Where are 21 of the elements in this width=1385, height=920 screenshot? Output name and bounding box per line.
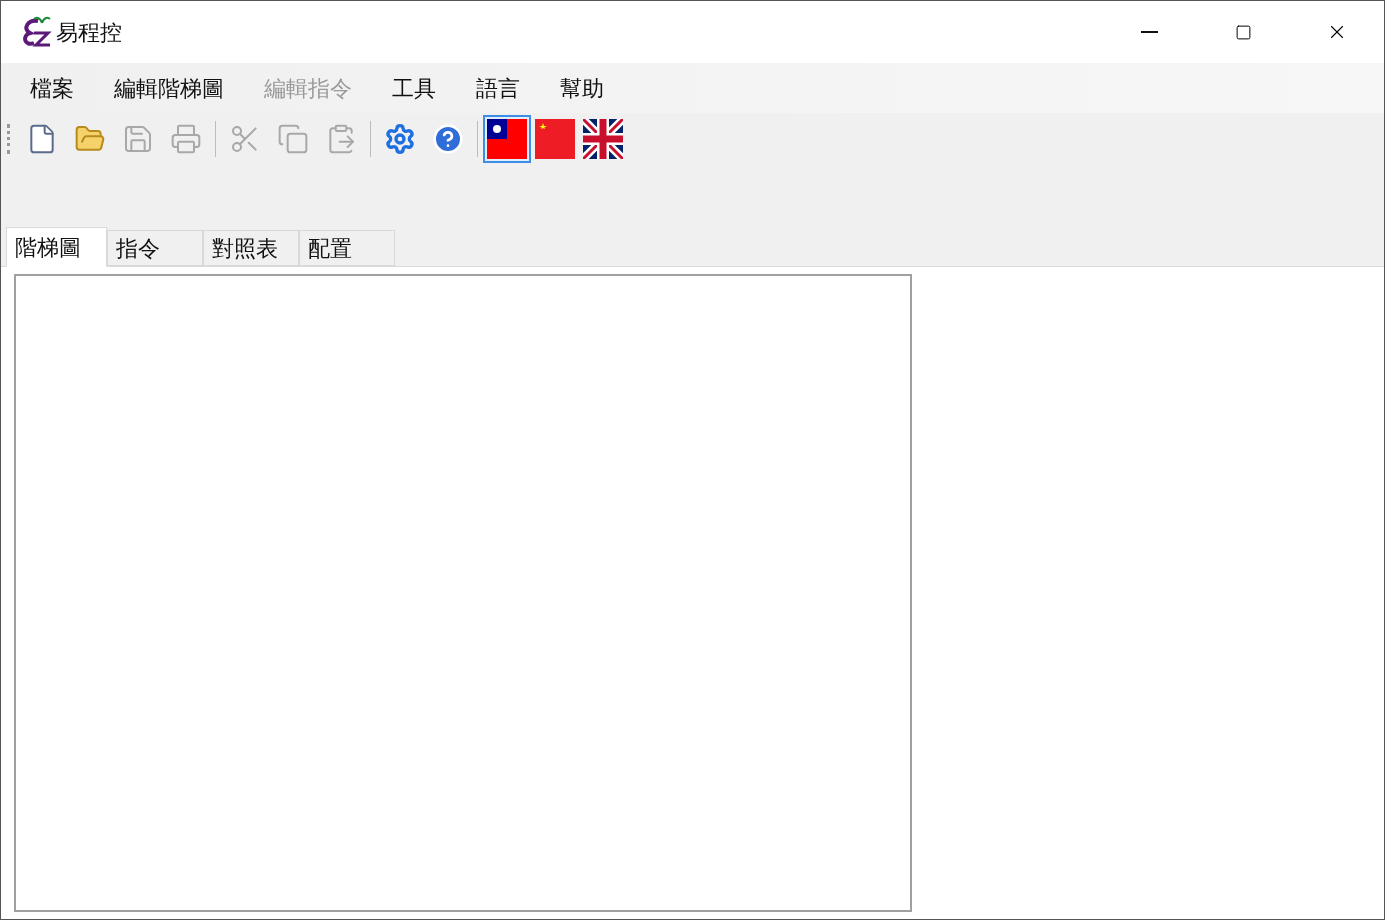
help-icon [432,123,464,155]
settings-icon [384,123,416,155]
flag-icon [535,119,575,159]
tab[interactable]: 指令 [107,230,203,266]
save-icon [122,123,154,155]
menu-item[interactable]: 語言 [465,71,531,105]
maximize-icon [1234,23,1252,41]
flag-icon [583,119,623,159]
minimize-icon [1140,31,1158,33]
menu-item[interactable]: 編輯階梯圖 [103,71,235,105]
menu-item[interactable]: 幫助 [549,71,615,105]
copy-icon [277,123,309,155]
toolbar-button[interactable] [483,115,531,163]
tab[interactable]: 階梯圖 [6,227,107,267]
tab[interactable]: 配置 [299,230,395,266]
window-title: 易程控 [56,18,122,47]
tab[interactable]: 對照表 [203,230,299,266]
menu-item[interactable]: 檔案 [19,71,85,105]
printer-icon [170,123,202,155]
menu-item[interactable]: 工具 [381,71,447,105]
flag-icon [487,119,527,159]
